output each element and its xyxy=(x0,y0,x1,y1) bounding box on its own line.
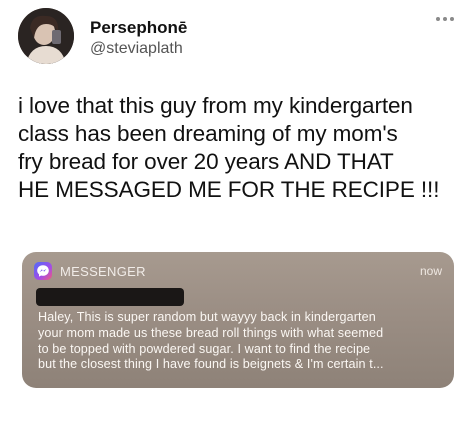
profile-photo-icon xyxy=(18,8,74,64)
tweet-header: Persephonē @steviaplath xyxy=(18,8,458,66)
tweet-text-line: class has been dreaming of my mom's xyxy=(18,121,398,146)
app-name: MESSENGER xyxy=(60,264,146,279)
messenger-notification[interactable]: MESSENGER now Haley, This is super rando… xyxy=(22,252,454,388)
messenger-icon xyxy=(34,262,52,280)
sender-redacted-bar xyxy=(36,288,184,306)
tweet-text-line: HE MESSAGED ME FOR THE RECIPE !!! xyxy=(18,177,440,202)
message-line: but the closest thing I have found is be… xyxy=(38,357,384,372)
ellipsis-icon[interactable] xyxy=(436,14,458,24)
avatar[interactable] xyxy=(18,8,74,64)
tweet-text-line: i love that this guy from my kindergarte… xyxy=(18,93,413,118)
message-line: your mom made us these bread roll things… xyxy=(38,325,384,340)
notification-message: Haley, This is super random but wayyy ba… xyxy=(38,310,442,373)
tweet-text: i love that this guy from my kindergarte… xyxy=(18,92,462,204)
tweet-text-line: fry bread for over 20 years AND THAT xyxy=(18,149,394,174)
message-line: to be topped with powdered sugar. I want… xyxy=(38,341,371,356)
user-handle[interactable]: @steviaplath xyxy=(90,40,183,58)
display-name[interactable]: Persephonē xyxy=(90,18,187,38)
notification-time: now xyxy=(419,264,442,278)
notification-header: MESSENGER now xyxy=(34,262,442,280)
message-line: Haley, This is super random but wayyy ba… xyxy=(38,310,376,324)
